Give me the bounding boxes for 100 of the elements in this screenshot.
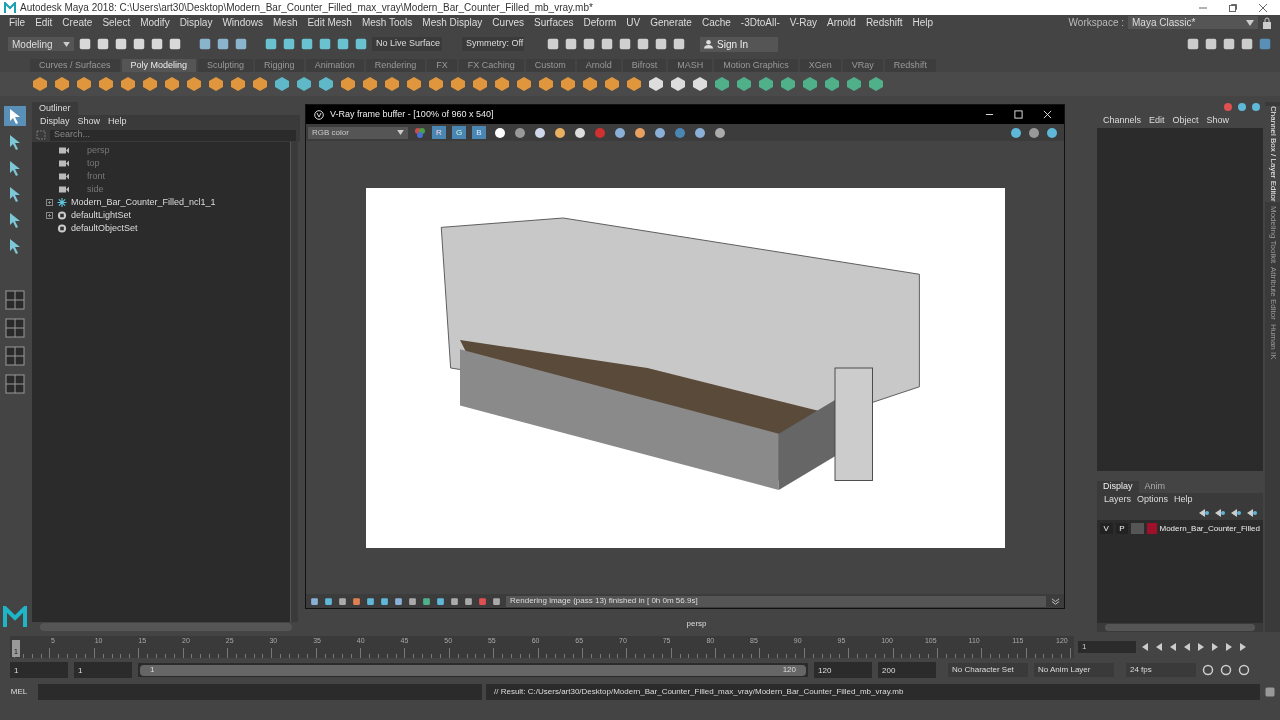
menu-item[interactable]: Mesh (268, 15, 303, 30)
fps-dropdown[interactable]: 24 fps (1126, 663, 1196, 677)
menu-item[interactable]: Help (907, 15, 939, 30)
menu-item[interactable]: Create (57, 15, 98, 30)
end-frame-field[interactable]: 200 (878, 662, 936, 678)
playback-start-field[interactable]: 1 (74, 662, 132, 678)
mode-dropdown[interactable]: Modeling (8, 37, 74, 51)
asterisk-icon[interactable] (57, 198, 67, 207)
layer-tab[interactable]: Display (1097, 481, 1139, 493)
shelf-tab[interactable]: VRay (842, 59, 883, 72)
menu-item[interactable]: Help (104, 114, 131, 129)
dropdown-caret-icon[interactable] (1246, 19, 1254, 26)
set-icon[interactable] (57, 224, 67, 233)
skip-start-icon[interactable] (1140, 642, 1150, 652)
shelf-tab[interactable]: Custom (525, 59, 575, 72)
menu-item[interactable]: Redshift (860, 15, 908, 30)
dropdown-caret-icon[interactable] (63, 41, 70, 47)
step-forward-key-icon[interactable] (1224, 642, 1234, 652)
menu-item[interactable]: Arnold (821, 15, 861, 30)
menu-item[interactable]: -3DtoAll- (735, 15, 785, 30)
menu-item[interactable]: Surfaces (529, 15, 579, 30)
menu-item[interactable]: Windows (217, 15, 268, 30)
layer-tool-icon[interactable] (1247, 509, 1257, 517)
expand-icon[interactable] (46, 199, 53, 206)
camera-icon[interactable] (59, 146, 69, 155)
playback-toggle[interactable]: P (1115, 523, 1129, 534)
outliner-item[interactable]: Modern_Bar_Counter_Filled_ncl1_1 (71, 195, 216, 210)
shelf-tab[interactable]: Rendering (365, 59, 426, 72)
shelf-tab[interactable]: Bifrost (622, 59, 667, 72)
vray-logo-icon[interactable] (314, 109, 324, 120)
menu-item[interactable]: Generate (645, 15, 697, 30)
camera-icon[interactable] (59, 159, 69, 168)
menu-item[interactable]: Deform (578, 15, 622, 30)
menu-item[interactable]: Curves (487, 15, 530, 30)
live-surface-field[interactable]: No Live Surface (372, 37, 442, 51)
outliner-tab[interactable]: Outliner (32, 102, 78, 115)
layer-name[interactable]: Modern_Bar_Counter_Filled (1159, 522, 1260, 535)
character-set-dropdown[interactable]: No Character Set (948, 663, 1028, 677)
camera-icon[interactable] (59, 172, 69, 181)
shelf-tab[interactable]: Motion Graphics (714, 59, 798, 72)
menu-item[interactable]: Modify (135, 15, 175, 30)
menu-item[interactable]: Cache (696, 15, 736, 30)
shelf-tab[interactable]: XGen (799, 59, 841, 72)
side-tab[interactable]: Modeling Toolkit (1263, 205, 1280, 263)
menu-item[interactable]: Edit Mesh (302, 15, 357, 30)
menu-item[interactable]: Edit (1145, 114, 1169, 128)
menu-item[interactable]: Edit (30, 15, 58, 30)
channel-toggle[interactable]: G (452, 126, 466, 139)
maya-logo-icon[interactable] (3, 606, 27, 628)
symmetry-field[interactable]: Symmetry: Off (462, 37, 524, 51)
menu-item[interactable]: Mesh Display (417, 15, 488, 30)
collapse-icon[interactable] (1051, 596, 1060, 606)
shelf-tab[interactable]: FX Caching (458, 59, 524, 72)
menu-item[interactable]: Show (1202, 114, 1234, 128)
step-back-key-icon[interactable] (1154, 642, 1164, 652)
layer-color-swatch[interactable] (1146, 523, 1157, 534)
menu-item[interactable]: Display (36, 114, 74, 129)
visibility-toggle[interactable]: V (1100, 523, 1113, 534)
shelf-tab[interactable]: Arnold (576, 59, 621, 72)
step-forward-icon[interactable] (1210, 642, 1220, 652)
channel-dropdown[interactable]: RGB color (308, 126, 408, 139)
layer-tool-icon[interactable] (1231, 509, 1241, 517)
lock-icon[interactable] (1262, 16, 1272, 29)
sign-in-button[interactable]: Sign In (700, 36, 778, 52)
shelf-tab[interactable]: Curves / Surfaces (30, 59, 120, 72)
skip-end-icon[interactable] (1238, 642, 1248, 652)
user-icon[interactable] (704, 39, 713, 49)
start-frame-field[interactable]: 1 (10, 662, 68, 678)
menu-item[interactable]: Help (1171, 492, 1196, 507)
menu-item[interactable]: Channels (1099, 114, 1146, 128)
menu-item[interactable]: Layers (1101, 492, 1134, 507)
menu-item[interactable]: Mesh Tools (356, 15, 418, 30)
shelf-tab[interactable]: Redshift (884, 59, 936, 72)
menu-item[interactable]: Display (174, 15, 218, 30)
step-back-icon[interactable] (1168, 642, 1178, 652)
search-field[interactable]: Search... (50, 129, 296, 141)
shelf-tab[interactable]: Poly Modeling (121, 59, 197, 72)
layer-tool-icon[interactable] (1199, 509, 1209, 517)
shelf-tab[interactable]: Rigging (255, 59, 304, 72)
frame-field[interactable]: 1 (1078, 641, 1136, 653)
color-circles-icon[interactable] (414, 126, 426, 139)
camera-icon[interactable] (59, 185, 69, 194)
command-field[interactable] (38, 684, 482, 700)
scrollbar[interactable] (40, 623, 292, 631)
scrollbar[interactable] (1105, 624, 1255, 631)
workspace-dropdown[interactable]: Maya Classic* (1128, 16, 1258, 29)
script-language-toggle[interactable]: MEL (4, 686, 34, 698)
menu-item[interactable]: File (4, 15, 31, 30)
anim-layer-dropdown[interactable]: No Anim Layer (1034, 663, 1114, 677)
maximize-icon[interactable] (1014, 110, 1023, 119)
dropdown-caret-icon[interactable] (397, 130, 404, 135)
shelf-tab[interactable]: FX (427, 59, 457, 72)
play-icon[interactable] (1196, 642, 1206, 652)
shelf-tab[interactable]: MASH (668, 59, 713, 72)
set-icon[interactable] (57, 211, 67, 220)
expand-icon[interactable] (46, 212, 53, 219)
menu-item[interactable]: Object (1168, 114, 1203, 128)
shelf-tab[interactable]: Sculpting (198, 59, 254, 72)
app-logo-icon[interactable] (4, 1, 16, 14)
range-slider[interactable]: 1 120 (140, 664, 806, 676)
